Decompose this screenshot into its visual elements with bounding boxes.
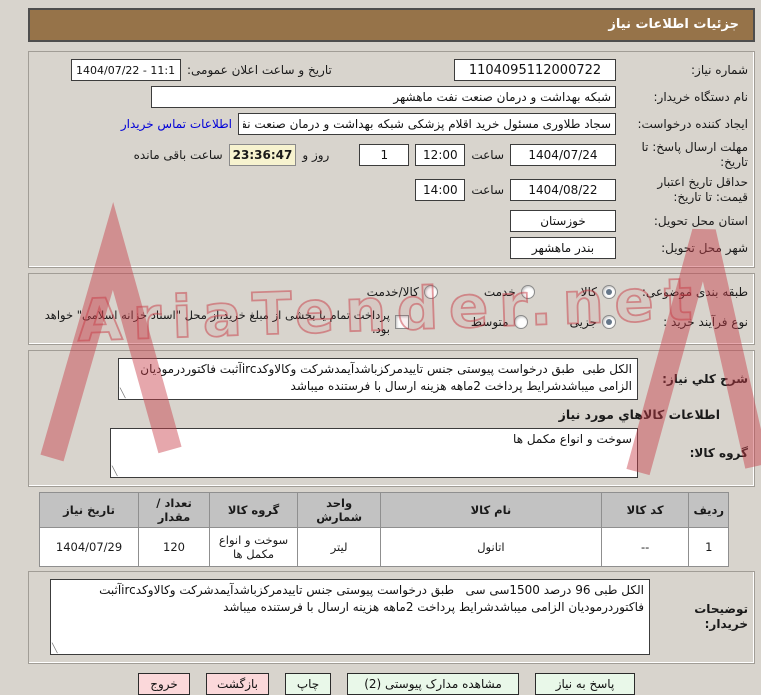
respond-to-need-button[interactable]: پاسخ به نیاز [535,673,635,695]
row-buyer-notes: توضیحات خریدار: الکل طبی 96 درصد 1500سی … [35,579,748,655]
province-input[interactable] [510,210,616,232]
need-number-label: شماره نیاز: [691,62,748,77]
main-content: جزئیات اطلاعات نیاز شماره نیاز: تاریخ و … [28,8,755,695]
reply-deadline-hour-input[interactable] [415,144,466,166]
buyer-notes-wrap: الکل طبی 96 درصد 1500سی سی طبق درخواست پ… [50,579,650,655]
time-remaining-label: ساعت باقی مانده [133,148,223,162]
classification-group: طبقه بندی موضوعی: کالا خدمت کالا/خدمت نو… [28,273,755,345]
treasury-payment-label: پرداخت تمام یا بخشی از مبلغ خرید،از محل … [44,308,390,336]
row-goods-group: گروه کالا: سوخت و انواع مکمل ها ╲ [35,428,748,478]
action-buttons: پاسخ به نیاز مشاهده مدارک پیوستی (2) چاپ… [28,673,635,695]
col-goods-code: کد کالا [600,492,690,528]
price-validity-hour-label: ساعت [471,183,504,197]
exit-button[interactable]: خروج [138,673,190,695]
cell-need-date: 1404/07/29 [38,527,140,567]
minor-radio-label: جزیی [569,315,597,329]
row-buyer-org: نام دستگاه خریدار: [35,86,748,108]
cell-row-number: 1 [688,527,729,567]
row-city: شهر محل تحویل: [35,237,748,259]
reply-deadline-date-input[interactable] [510,144,616,166]
request-creator-label: ایجاد کننده درخواست: [637,116,748,131]
price-validity-label: حداقل تاریخ اعتبار قیمت: تا تاریخ: [657,175,748,204]
row-need-number: شماره نیاز: تاریخ و ساعت اعلان عمومی: [71,59,748,81]
need-number-input[interactable] [454,59,616,81]
medium-radio-label: متوسط [470,315,509,329]
service-radio-label: خدمت [483,285,516,299]
announce-datetime-input[interactable] [71,59,181,81]
col-row-number: ردیف [688,492,729,528]
goods-radio-label: کالا [580,285,597,299]
col-quantity: تعداد / مقدار [138,492,210,528]
col-goods-group: گروه کالا [208,492,299,528]
subject-class-label: طبقه بندی موضوعی: [641,284,748,299]
option-service: خدمت [484,285,535,299]
back-button[interactable]: بازگشت [206,673,269,695]
goods-group-wrap: سوخت و انواع مکمل ها ╲ [110,428,638,478]
row-need-description: شرح کلي نیاز: الکل طبی طبق درخواست پیوست… [35,358,748,400]
need-description-label: شرح کلي نیاز: [662,371,748,386]
table-row: 1 -- اتانول لیتر سوخت و انواع مکمل ها 12… [38,527,729,567]
cell-quantity: 120 [138,527,210,567]
need-description-wrap: الکل طبی طبق درخواست پیوستی جنس تاییدمرک… [118,358,638,400]
province-label: استان محل تحویل: [653,213,748,228]
process-type-label: نوع فرآیند خرید : [663,314,748,329]
buyer-org-input[interactable] [151,86,616,108]
buyer-notes-group: توضیحات خریدار: الکل طبی 96 درصد 1500سی … [28,571,755,664]
need-details-page: { "title": "جزئیات اطلاعات نیاز", "water… [0,0,761,695]
goods-section-title: اطلاعات کالاهاي مورد نیاز [558,407,720,422]
col-need-date: تاریخ نیاز [38,492,140,528]
goods-service-radio-label: کالا/خدمت [366,285,419,299]
cell-goods-name: اتانول [380,527,602,567]
announce-datetime-label: تاریخ و ساعت اعلان عمومی: [187,62,332,77]
buyer-notes-label: توضیحات خریدار: [694,602,748,631]
days-remaining-label: روز و [302,148,330,162]
reply-deadline-hour-label: ساعت [471,148,504,162]
row-process-type: نوع فرآیند خرید : جزیی متوسط پرداخت تمام… [35,308,748,336]
option-medium: متوسط [471,315,528,329]
cell-goods-code: -- [600,527,690,567]
description-group: شرح کلي نیاز: الکل طبی طبق درخواست پیوست… [28,350,755,487]
need-details-group: شماره نیاز: تاریخ و ساعت اعلان عمومی: نا… [28,51,755,268]
price-validity-date-input[interactable] [510,179,616,201]
days-remaining-input[interactable] [359,144,410,166]
page-title: جزئیات اطلاعات نیاز [28,8,755,42]
treasury-payment-checkbox[interactable] [394,315,409,329]
cell-goods-group: سوخت و انواع مکمل ها [208,527,299,567]
goods-table: ردیف کد کالا نام کالا واحد شمارش گروه کا… [38,492,729,567]
city-input[interactable] [510,237,616,259]
col-goods-name: نام کالا [380,492,602,528]
row-price-validity: حداقل تاریخ اعتبار قیمت: تا تاریخ: ساعت [35,175,748,205]
city-label: شهر محل تحویل: [661,240,748,255]
time-remaining-value: 23:36:47 [228,144,297,166]
buyer-notes-textarea[interactable]: الکل طبی 96 درصد 1500سی سی طبق درخواست پ… [50,579,650,655]
cell-unit: لیتر [297,527,382,567]
print-button[interactable]: چاپ [285,673,331,695]
goods-table-header-row: ردیف کد کالا نام کالا واحد شمارش گروه کا… [38,492,729,528]
row-request-creator: ایجاد کننده درخواست: اطلاعات تماس خریدار [35,113,748,135]
row-subject-class: طبقه بندی موضوعی: کالا خدمت کالا/خدمت [35,281,748,303]
col-unit: واحد شمارش [297,492,382,528]
medium-radio[interactable] [513,315,528,329]
minor-radio[interactable] [602,315,616,329]
option-goods-service: کالا/خدمت [367,285,438,299]
service-radio[interactable] [520,285,535,299]
goods-service-radio[interactable] [423,285,438,299]
request-creator-input[interactable] [238,113,616,135]
need-description-textarea[interactable]: الکل طبی طبق درخواست پیوستی جنس تاییدمرک… [118,358,638,400]
option-goods: کالا [581,285,616,299]
goods-group-textarea[interactable]: سوخت و انواع مکمل ها [110,428,638,478]
option-treasury-payment: پرداخت تمام یا بخشی از مبلغ خرید،از محل … [35,308,409,336]
option-minor: جزیی [570,315,616,329]
buyer-org-label: نام دستگاه خریدار: [653,89,749,104]
reply-deadline-label: مهلت ارسال پاسخ: تا تاریخ: [641,140,748,169]
row-reply-deadline: مهلت ارسال پاسخ: تا تاریخ: ساعت روز و 23… [35,140,748,170]
goods-group-label: گروه کالا: [689,445,748,460]
row-province: استان محل تحویل: [35,210,748,232]
price-validity-hour-input[interactable] [415,179,466,201]
buyer-contact-link[interactable]: اطلاعات تماس خریدار [121,117,232,131]
view-attachments-button[interactable]: مشاهده مدارک پیوستی (2) [347,673,519,695]
goods-radio[interactable] [602,285,616,299]
